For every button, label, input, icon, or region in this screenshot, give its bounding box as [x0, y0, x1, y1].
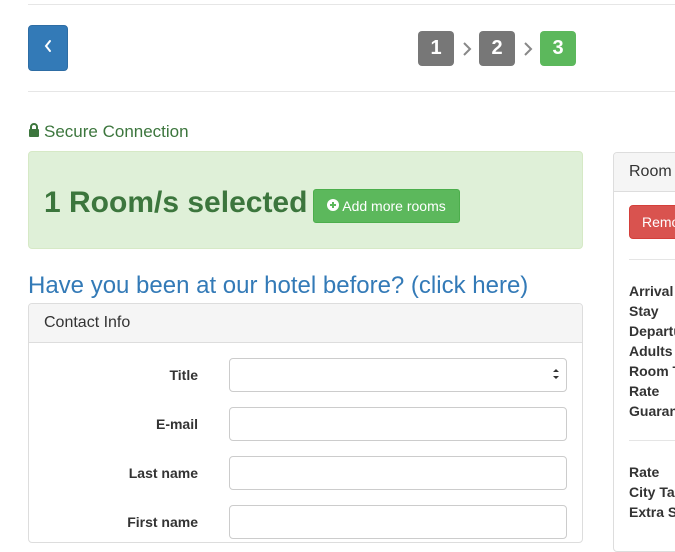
- detail-departure: Departu: [629, 323, 675, 339]
- email-field[interactable]: [229, 407, 567, 441]
- secure-connection: Secure Connection: [28, 122, 189, 142]
- chevron-right-icon: [515, 41, 540, 57]
- last-name-label: Last name: [128, 465, 198, 481]
- nav-divider: [28, 91, 675, 92]
- lock-icon: [28, 122, 44, 142]
- select-arrows-icon: [552, 367, 560, 386]
- first-name-label: First name: [127, 514, 198, 530]
- add-more-rooms-label: Add more rooms: [342, 198, 446, 214]
- charge-city-tax: City Tax: [629, 484, 675, 500]
- step-2[interactable]: 2: [479, 31, 515, 66]
- charges-list: Rate City Tax Extra S: [629, 462, 675, 522]
- detail-adults: Adults: [629, 343, 673, 359]
- detail-room-type: Room T: [629, 363, 675, 379]
- remove-room-button[interactable]: Remo: [629, 205, 675, 239]
- detail-stay: Stay: [629, 303, 659, 319]
- top-divider: [28, 4, 675, 5]
- rooms-selected-title: 1 Room/s selected: [44, 186, 308, 219]
- title-select[interactable]: [229, 358, 567, 392]
- returning-guest-link[interactable]: Have you been at our hotel before? (clic…: [28, 272, 528, 300]
- contact-info-panel: Contact Info Title E-mail Last name Firs…: [28, 303, 583, 543]
- room-details-list: Arrival Stay Departu Adults Room T Rate …: [629, 281, 675, 421]
- rooms-selected-panel: 1 Room/s selected Add more rooms: [28, 151, 583, 249]
- secure-label: Secure Connection: [44, 122, 189, 141]
- add-more-rooms-button[interactable]: Add more rooms: [313, 189, 460, 223]
- charge-extra: Extra S: [629, 504, 675, 520]
- first-name-field[interactable]: [229, 505, 567, 539]
- booking-steps: 1 2 3: [418, 31, 576, 66]
- detail-arrival: Arrival: [629, 283, 674, 299]
- step-3: 3: [540, 31, 576, 66]
- room-summary-panel: Room Remo Arrival Stay Departu Adults Ro…: [613, 152, 675, 552]
- back-button[interactable]: [28, 25, 68, 71]
- room-summary-heading: Room: [614, 153, 675, 192]
- chevron-left-icon: [43, 39, 53, 58]
- detail-guarantee: Guaran: [629, 403, 675, 419]
- detail-rate: Rate: [629, 383, 660, 399]
- summary-divider: [629, 259, 675, 260]
- title-label: Title: [169, 367, 198, 383]
- contact-info-heading: Contact Info: [29, 304, 582, 343]
- email-label: E-mail: [155, 416, 198, 432]
- step-1[interactable]: 1: [418, 31, 454, 66]
- charges-divider: [629, 440, 675, 441]
- last-name-field[interactable]: [229, 456, 567, 490]
- plus-circle-icon: [327, 198, 342, 214]
- chevron-right-icon: [454, 41, 479, 57]
- charge-rate: Rate: [629, 464, 660, 480]
